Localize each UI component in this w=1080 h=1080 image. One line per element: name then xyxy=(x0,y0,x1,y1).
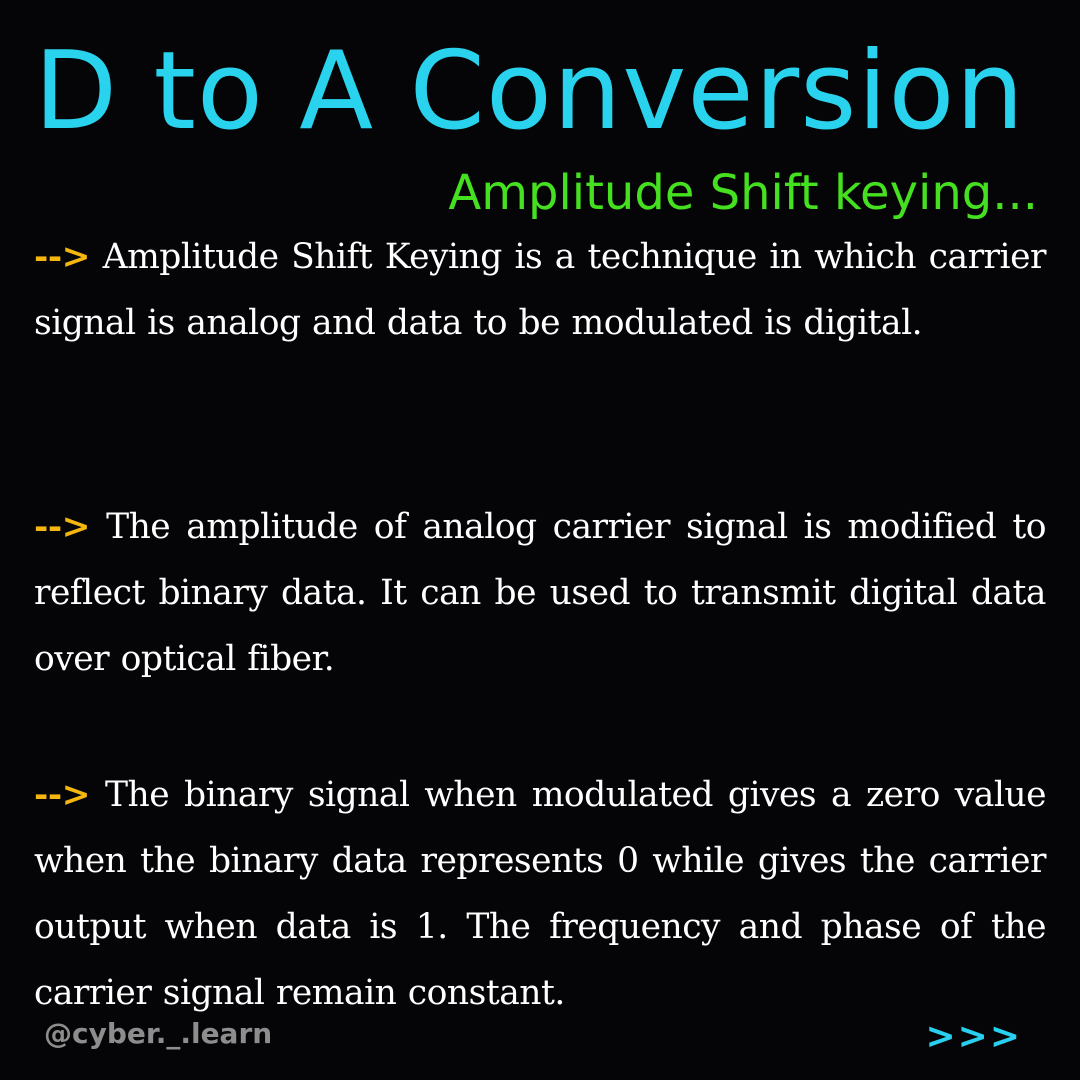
slide: D to A Conversion Amplitude Shift keying… xyxy=(0,0,1080,1080)
slide-title: D to A Conversion xyxy=(34,29,1025,154)
paragraph-text: Amplitude Shift Keying is a technique in… xyxy=(34,237,1047,343)
bullet-arrow-marker: --> xyxy=(34,775,91,815)
bullet-arrow-marker: --> xyxy=(34,237,91,277)
paragraph-amplitude-modification: --> The amplitude of analog carrier sign… xyxy=(34,494,1047,692)
bullet-arrow-marker: --> xyxy=(34,507,91,547)
slide-subtitle: Amplitude Shift keying... xyxy=(448,165,1038,221)
paragraph-ask-definition: --> Amplitude Shift Keying is a techniqu… xyxy=(34,224,1047,356)
paragraph-text: The binary signal when modulated gives a… xyxy=(34,775,1047,1013)
paragraph-binary-modulation: --> The binary signal when modulated giv… xyxy=(34,762,1047,1026)
paragraph-text: The amplitude of analog carrier signal i… xyxy=(34,507,1047,679)
next-slide-indicator[interactable]: >>> xyxy=(926,1014,1023,1060)
author-handle: @cyber._.learn xyxy=(44,1017,273,1050)
